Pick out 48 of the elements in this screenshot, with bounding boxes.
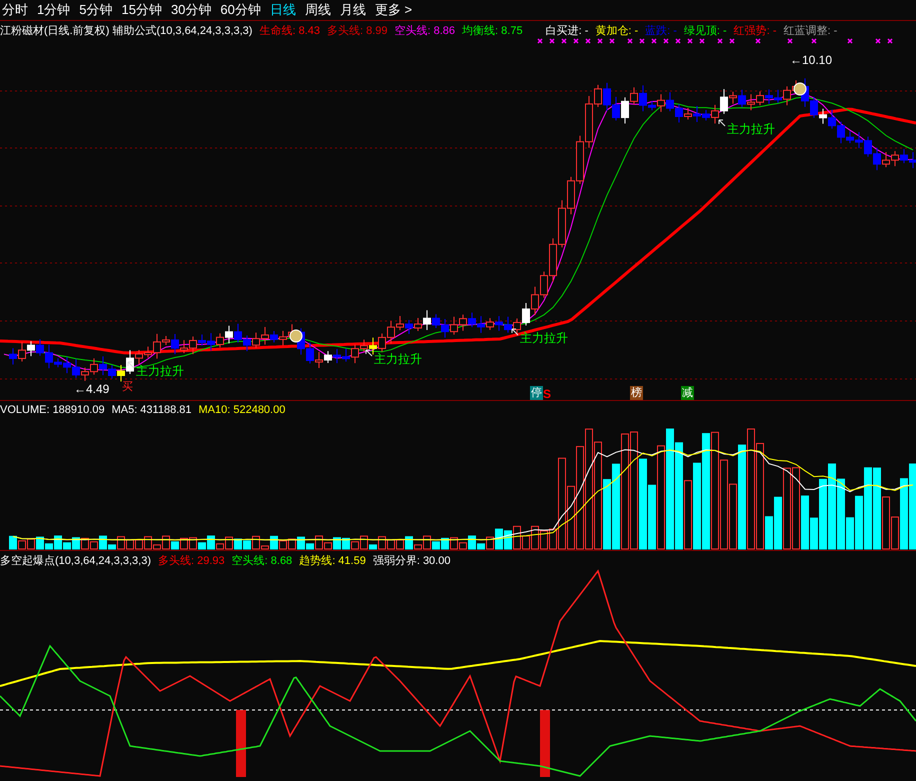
signal-tag: 停 <box>530 386 543 400</box>
period-tab[interactable]: 30分钟 <box>170 1 212 19</box>
period-tab[interactable]: 周线 <box>304 1 331 19</box>
legend-label: MA10: 522480.00 <box>198 404 286 416</box>
legend-label: 趋势线: 41.59 <box>299 554 366 568</box>
period-tab[interactable]: 60分钟 <box>220 1 261 19</box>
legend-label: VOLUME: 188910.09 <box>0 404 105 416</box>
signal-tag: 减 <box>681 386 694 400</box>
legend-label: 空头线: 8.86 <box>394 24 456 38</box>
legend-label: 绿见顶: - <box>684 24 727 38</box>
legend-label: 多头线: 8.99 <box>326 24 388 38</box>
legend-label: 多头线: 29.93 <box>158 554 225 568</box>
period-tab[interactable]: 分时 <box>2 1 28 19</box>
period-tab[interactable]: 月线 <box>340 1 366 19</box>
legend-label: 空头线: 8.68 <box>232 554 292 568</box>
legend-label: 红强势: - <box>734 24 776 38</box>
legend-label: 生命线: 8.43 <box>259 24 320 38</box>
signal-annotation: 主力拉升 <box>727 121 775 138</box>
legend-label: MA5: 431188.81 <box>112 404 192 416</box>
pointer-arrow-icon <box>511 328 519 336</box>
signal-annotation: 主力拉升 <box>520 330 568 347</box>
signal-letter: S <box>543 387 552 401</box>
signal-tag: 榜 <box>630 386 643 400</box>
price-label: ←4.49 <box>74 382 110 396</box>
period-tab[interactable]: 5分钟 <box>79 1 112 19</box>
pointer-arrow-icon <box>718 119 726 127</box>
legend-label: 白买进: - <box>546 24 588 38</box>
signal-bar <box>540 710 550 777</box>
price-label: ←10.10 <box>790 53 832 67</box>
legend-label: 多空起爆点(10,3,64,24,3,3,3,3) <box>0 554 152 568</box>
pointer-arrow-icon <box>127 361 135 369</box>
legend-label: 强弱分界: 30.00 <box>372 554 450 568</box>
pointer-arrow-icon <box>365 349 373 357</box>
period-tab[interactable]: 1分钟 <box>37 1 70 19</box>
signal-annotation: 主力拉升 <box>374 351 422 368</box>
legend-label: 蓝跌: - <box>645 24 677 38</box>
coin-icon <box>290 330 302 342</box>
coin-icon <box>794 82 806 96</box>
buy-mark: 买 <box>122 380 133 394</box>
legend-label: 红蓝调整: - <box>783 24 838 38</box>
chart-title: 江粉磁材(日线.前复权) 辅助公式(10,3,64,24,3,3,3,3) <box>0 24 252 38</box>
more-button[interactable]: 更多 > <box>374 1 412 19</box>
signal-annotation: 主力拉升 <box>136 363 184 380</box>
legend-label: 黄加仓: - <box>595 24 638 38</box>
period-tab[interactable]: 日线 <box>270 1 296 19</box>
period-tab[interactable]: 15分钟 <box>121 1 162 19</box>
signal-bar <box>236 710 246 777</box>
legend-label: 均衡线: 8.75 <box>462 24 523 38</box>
